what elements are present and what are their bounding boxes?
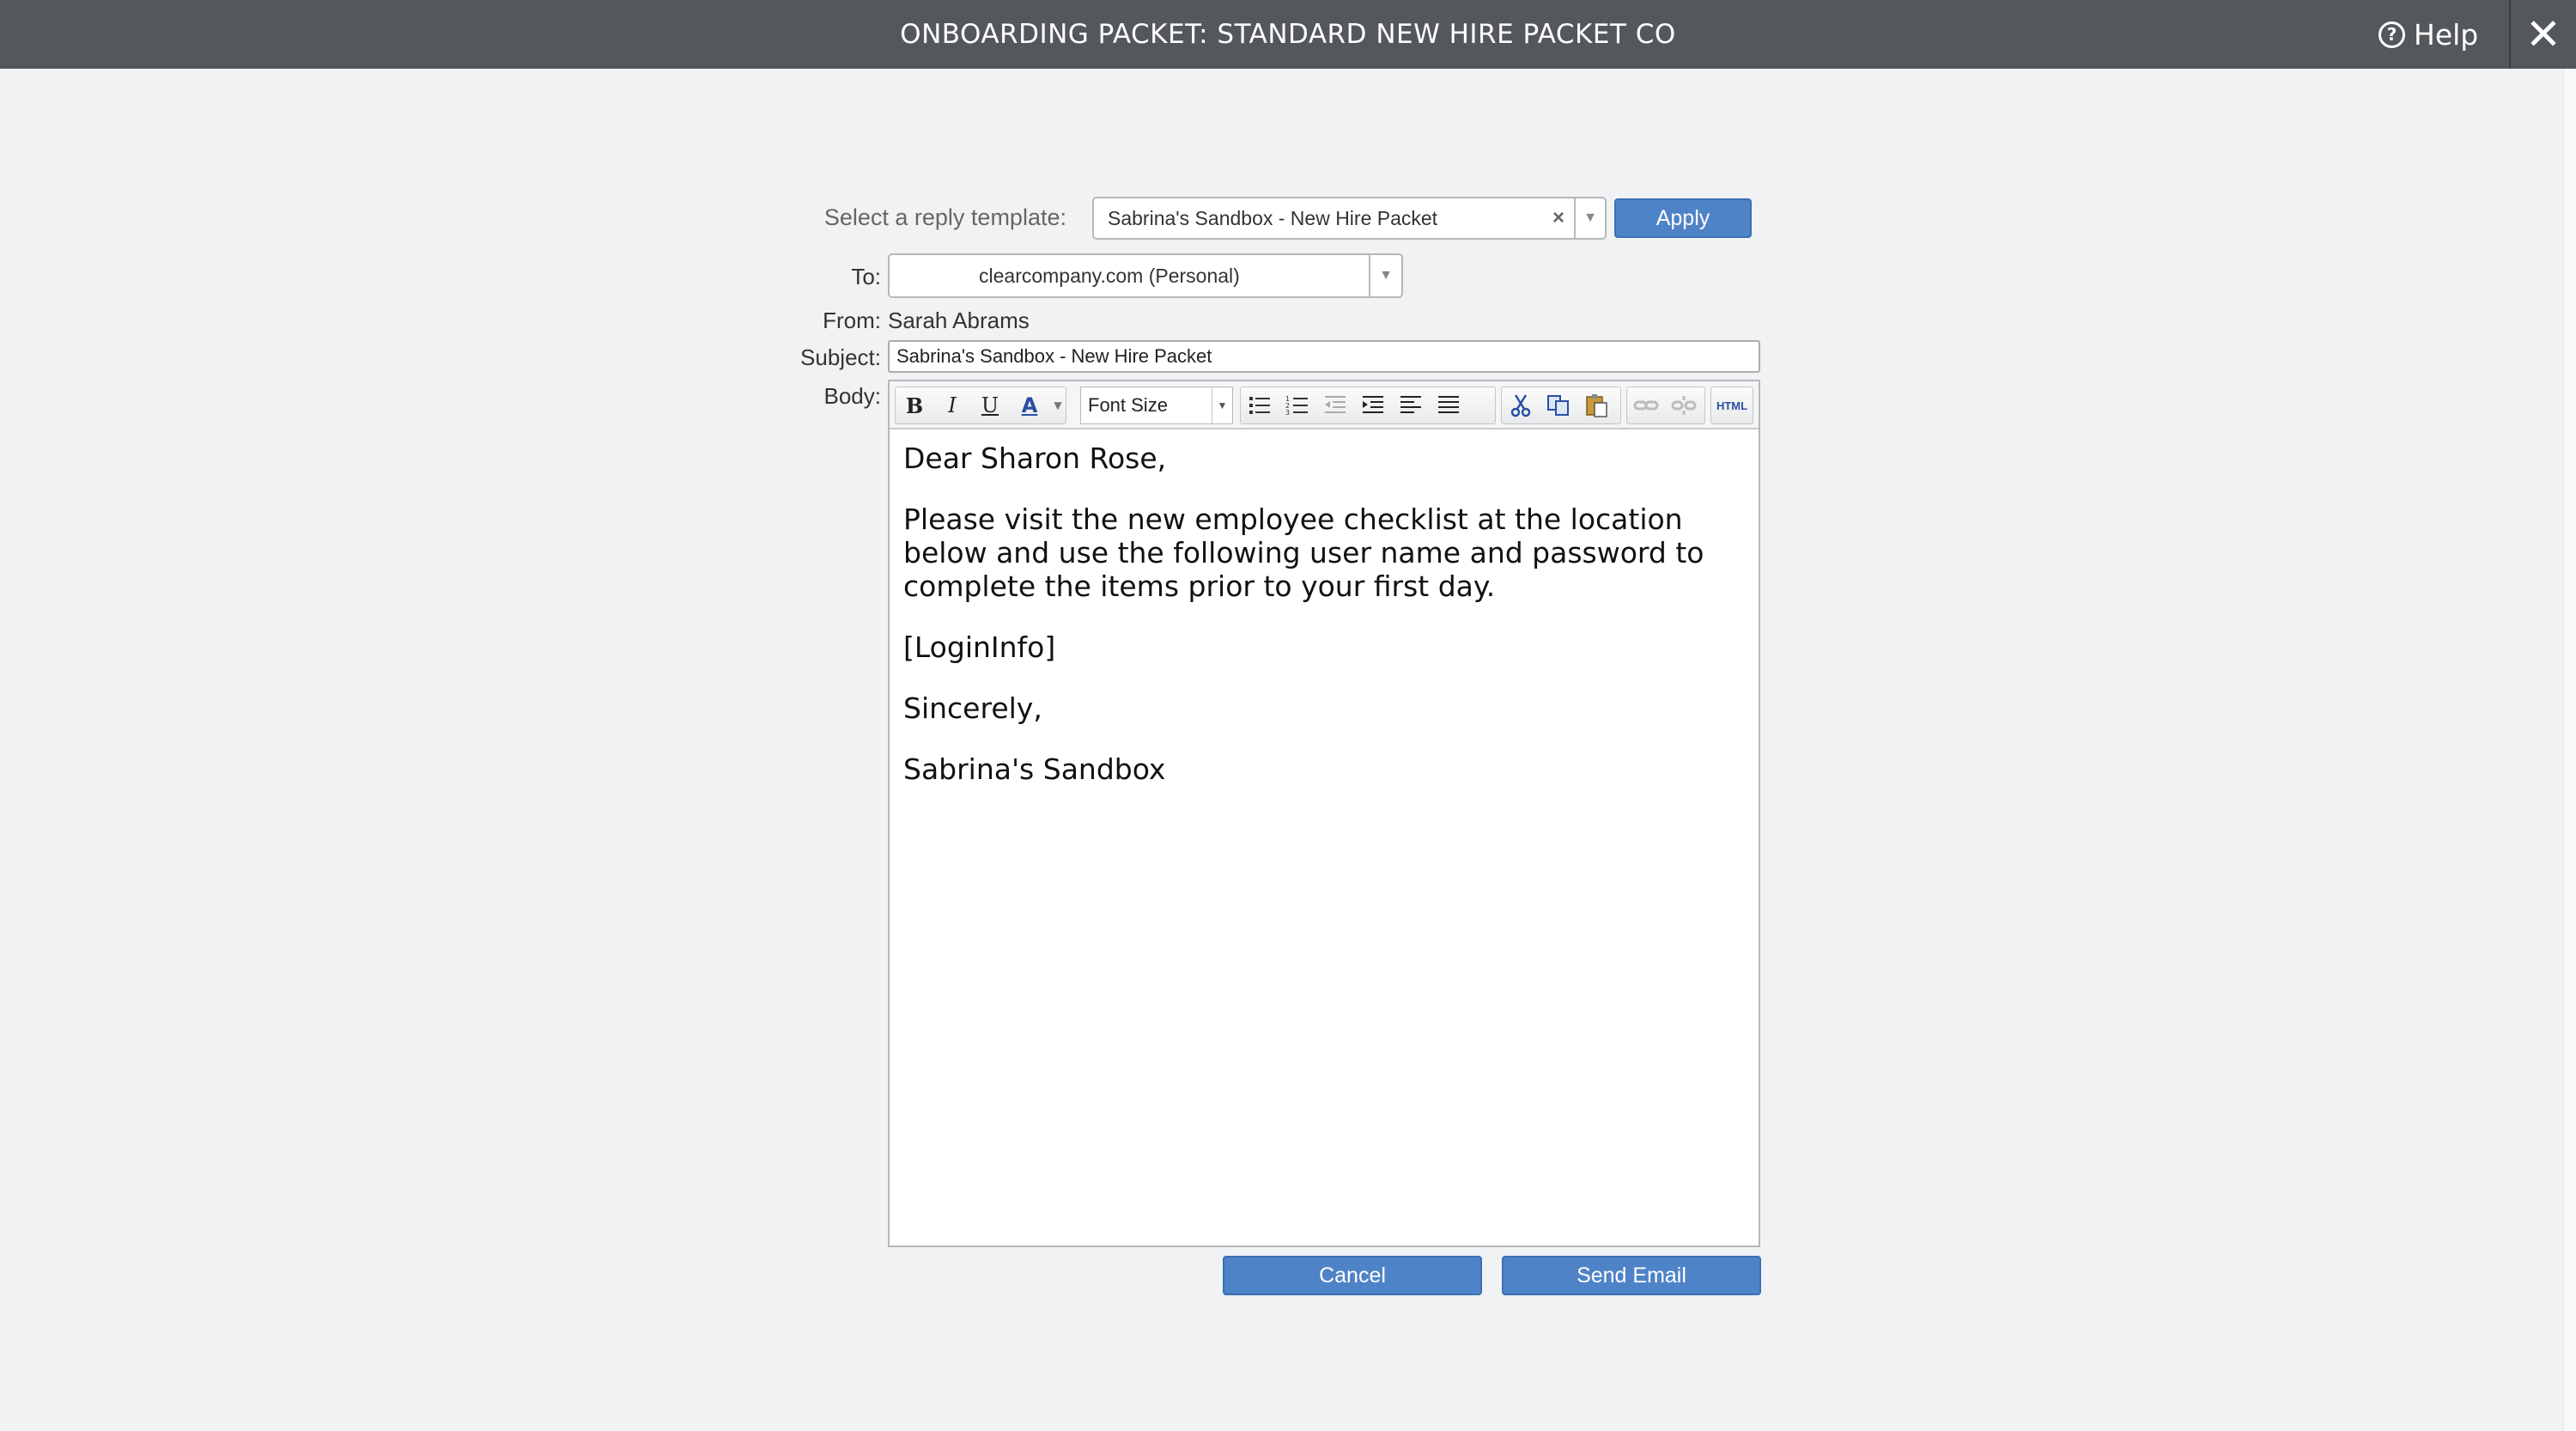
copy-icon[interactable] <box>1540 387 1577 423</box>
chevron-down-icon[interactable]: ▼ <box>1050 387 1066 423</box>
body-paragraph: Please visit the new employee checklist … <box>903 502 1704 603</box>
paragraph-group: 123 <box>1240 387 1496 424</box>
body-greeting: Dear Sharon Rose, <box>903 441 1167 475</box>
link-icon[interactable] <box>1627 387 1665 423</box>
html-group: HTML <box>1710 387 1753 424</box>
subject-label: Subject: <box>800 344 881 370</box>
body-label: Body: <box>823 383 882 409</box>
cancel-button[interactable]: Cancel <box>1223 1256 1482 1295</box>
from-value: Sarah Abrams <box>888 308 1030 333</box>
help-label: Help <box>2414 17 2479 52</box>
outdent-icon[interactable] <box>1316 387 1354 423</box>
template-value: Sabrina's Sandbox - New Hire Packet <box>1108 206 1438 229</box>
apply-button[interactable]: Apply <box>1614 198 1752 238</box>
rich-text-editor[interactable]: B I U A ▼ Font Size ▼ 123 HTML Dear Shar… <box>888 380 1760 1247</box>
template-label: Select a reply template: <box>823 204 1066 230</box>
close-icon: ✕ <box>2525 9 2561 59</box>
italic-button[interactable]: I <box>933 387 971 423</box>
email-body[interactable]: Dear Sharon Rose, Please visit the new e… <box>903 441 1745 813</box>
to-select[interactable]: clearcompany.com (Personal) ▼ <box>888 253 1403 298</box>
page-title: ONBOARDING PACKET: STANDARD NEW HIRE PAC… <box>900 19 1676 50</box>
editor-toolbar: B I U A ▼ Font Size ▼ 123 HTML <box>890 381 1759 429</box>
chevron-down-icon[interactable]: ▼ <box>1574 198 1605 238</box>
header-bar: ONBOARDING PACKET: STANDARD NEW HIRE PAC… <box>0 0 2576 69</box>
clipboard-group <box>1501 387 1621 424</box>
bold-button[interactable]: B <box>896 387 933 423</box>
align-left-icon[interactable] <box>1392 387 1430 423</box>
unlink-icon[interactable] <box>1665 387 1703 423</box>
body-login-placeholder: [LoginInfo] <box>903 630 1056 664</box>
help-button[interactable]: ? Help <box>2379 0 2478 69</box>
align-justify-icon[interactable] <box>1430 387 1467 423</box>
font-size-label: Font Size <box>1088 394 1168 416</box>
link-group <box>1626 387 1705 424</box>
paste-icon[interactable] <box>1577 387 1615 423</box>
to-value: clearcompany.com (Personal) <box>979 264 1240 287</box>
question-icon: ? <box>2379 21 2405 48</box>
cut-icon[interactable] <box>1502 387 1540 423</box>
html-source-button[interactable]: HTML <box>1711 387 1753 423</box>
send-email-button[interactable]: Send Email <box>1502 1256 1761 1295</box>
chevron-down-icon: ▼ <box>1212 387 1232 423</box>
indent-icon[interactable] <box>1354 387 1392 423</box>
subject-input[interactable]: Sabrina's Sandbox - New Hire Packet <box>888 340 1760 373</box>
format-group: B I U A ▼ <box>895 387 1066 424</box>
template-select[interactable]: Sabrina's Sandbox - New Hire Packet × ▼ <box>1092 197 1607 240</box>
font-color-button[interactable]: A <box>1009 387 1050 423</box>
close-button[interactable]: ✕ <box>2509 0 2576 69</box>
svg-text:3: 3 <box>1285 409 1290 417</box>
chevron-down-icon[interactable]: ▼ <box>1369 255 1401 296</box>
bullet-list-icon[interactable] <box>1241 387 1279 423</box>
font-size-select[interactable]: Font Size ▼ <box>1080 387 1233 424</box>
numbered-list-icon[interactable]: 123 <box>1279 387 1316 423</box>
body-signature: Sabrina's Sandbox <box>903 752 1166 786</box>
clear-icon[interactable]: × <box>1543 206 1574 230</box>
to-label: To: <box>851 264 881 289</box>
page-scrollbar[interactable] <box>2563 69 2576 1431</box>
body-closing: Sincerely, <box>903 691 1042 725</box>
from-label: From: <box>823 308 881 333</box>
underline-button[interactable]: U <box>971 387 1009 423</box>
